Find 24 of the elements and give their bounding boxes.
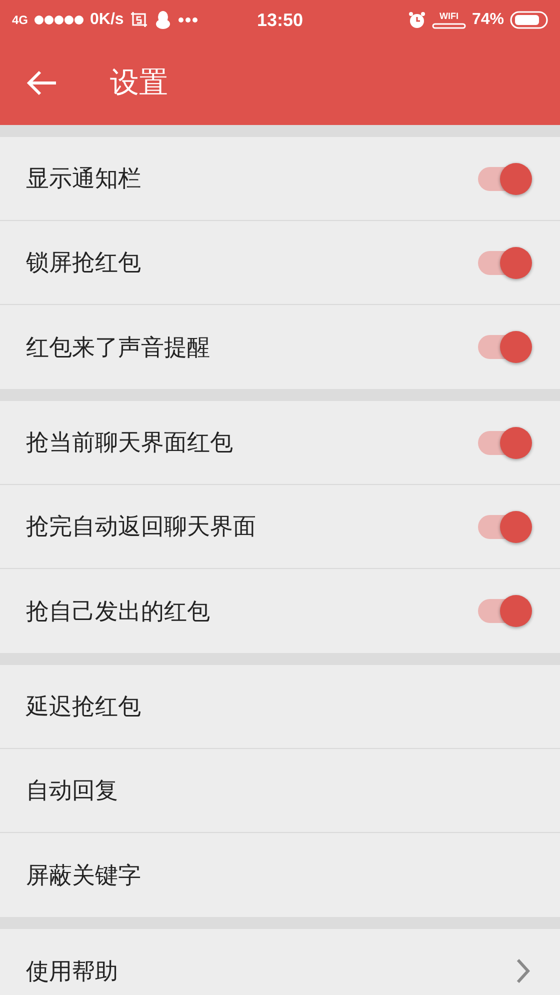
page-title: 设置 — [110, 64, 168, 100]
setting-label: 延迟抢红包 — [26, 693, 141, 722]
wifi-label: WIFI — [439, 11, 458, 21]
battery-percent: 74% — [472, 11, 504, 29]
setting-label: 抢完自动返回聊天界面 — [26, 513, 256, 542]
setting-label: 显示通知栏 — [26, 165, 141, 194]
setting-label: 红包来了声音提醒 — [26, 334, 210, 362]
screenshot-icon — [130, 11, 148, 29]
setting-label: 屏蔽关键字 — [26, 862, 141, 890]
network-speed: 0K/s — [90, 11, 124, 29]
setting-label: 锁屏抢红包 — [26, 249, 141, 278]
chevron-right-icon — [516, 958, 530, 984]
clock: 13:50 — [256, 10, 304, 30]
more-icon — [178, 17, 198, 23]
setting-label: 自动回复 — [26, 777, 118, 806]
wifi-bar-icon — [432, 23, 466, 29]
setting-label: 抢当前聊天界面红包 — [26, 429, 233, 458]
signal-icon — [34, 15, 84, 25]
back-arrow-icon[interactable] — [26, 70, 58, 96]
alarm-clock-icon — [408, 11, 426, 29]
setting-label: 使用帮助 — [26, 958, 118, 986]
setting-label: 抢自己发出的红包 — [26, 598, 210, 626]
battery-icon — [510, 11, 548, 29]
network-type: 4G — [12, 13, 28, 27]
